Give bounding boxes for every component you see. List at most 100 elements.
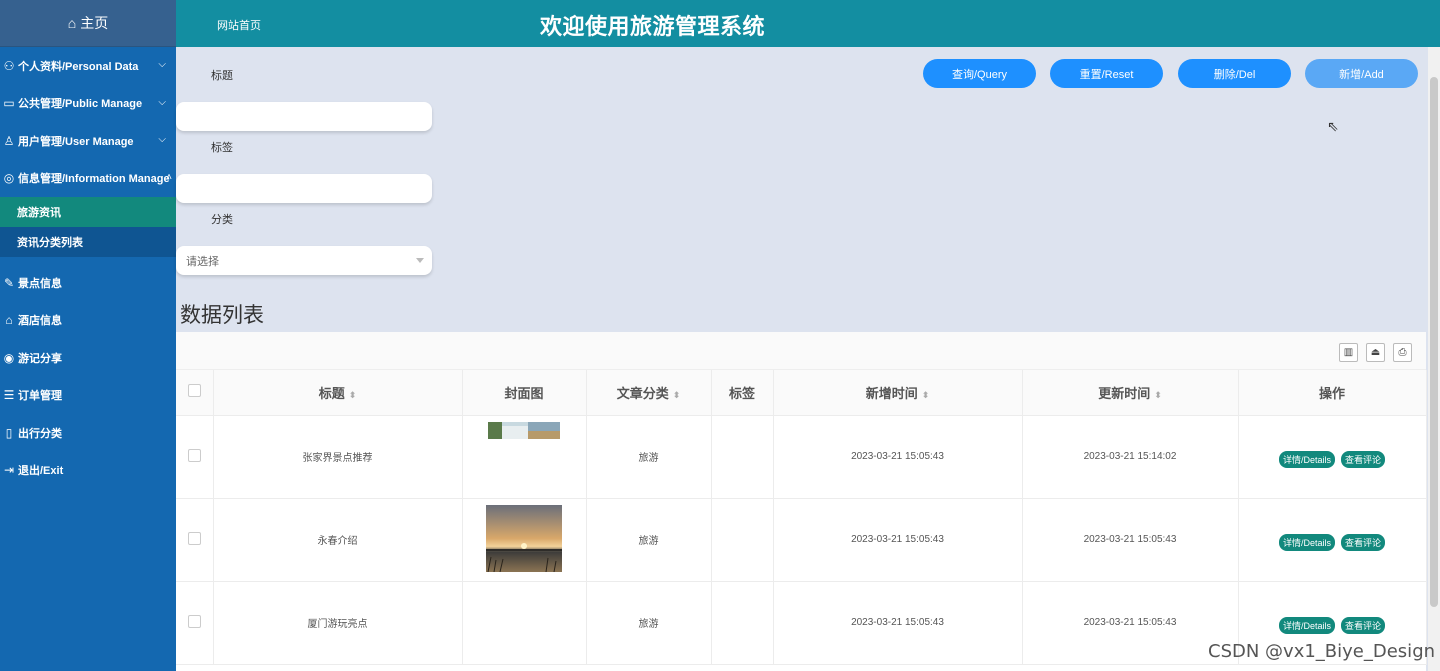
category-select[interactable]: 请选择 xyxy=(176,246,432,275)
category-cell: 旅游 xyxy=(586,415,712,499)
updated-time-cell: 2023-03-21 15:14:02 xyxy=(1022,415,1239,499)
sidebar-item-label: 公共管理/Public Manage xyxy=(18,98,143,111)
sidebar-item-information-manage[interactable]: ◎ 信息管理/Information Manage ˄ xyxy=(0,160,176,198)
website-home-link[interactable]: 网站首页 xyxy=(217,17,261,33)
updated-time-cell: 2023-03-21 15:05:43 xyxy=(1022,581,1239,665)
column-header-updated[interactable]: 更新时间 ⬍ xyxy=(1022,370,1239,416)
reset-button[interactable]: 重置/Reset xyxy=(1050,59,1163,88)
home-icon: ⌂ xyxy=(67,15,77,31)
table-header-row: 标题 ⬍ 封面图 文章分类 ⬍ 标签 新增时间 ⬍ 更新时间 ⬍ 操作 xyxy=(176,370,1427,416)
chevron-down-icon: ⌵ xyxy=(158,134,166,145)
sidebar-item-label: 订单管理 xyxy=(18,390,62,403)
caret-down-icon xyxy=(416,258,424,263)
export-icon[interactable]: ⏏ xyxy=(1366,343,1385,362)
view-comments-button[interactable]: 查看评论 xyxy=(1341,617,1386,634)
tag-search-input[interactable] xyxy=(176,174,432,203)
sidebar-item-label: 退出/Exit xyxy=(18,465,64,478)
title-search-input[interactable] xyxy=(176,102,432,131)
cover-image xyxy=(488,421,560,439)
row-checkbox[interactable] xyxy=(187,448,201,462)
sidebar-subitem-travel-news[interactable]: 旅游资讯 xyxy=(0,197,176,227)
row-checkbox[interactable] xyxy=(187,614,201,628)
column-header-label: 更新时间 xyxy=(1098,385,1151,401)
columns-icon[interactable]: ▥ xyxy=(1339,343,1358,362)
order-icon: ☰ xyxy=(3,388,15,403)
sort-icon[interactable]: ⬍ xyxy=(1154,390,1162,400)
view-comments-button[interactable]: 查看评论 xyxy=(1341,451,1386,468)
data-table-panel: ▥ ⏏ ⎙ 标题 ⬍ 封面图 文章分类 ⬍ 标签 新增时间 ⬍ 更新时间 ⬍ 操作 张家… xyxy=(176,332,1427,671)
cover-image xyxy=(486,504,562,572)
exit-icon: ⇥ xyxy=(3,463,15,478)
sidebar: ⌂ 主页 ⚇ 个人资料/Personal Data ⌵ ▭ 公共管理/Publi… xyxy=(0,0,176,671)
row-select-cell xyxy=(176,415,214,499)
monitor-icon: ▭ xyxy=(3,96,15,111)
sidebar-item-scenic[interactable]: ✎ 景点信息 xyxy=(0,264,176,302)
scenic-icon: ✎ xyxy=(3,275,15,290)
category-cell: 旅游 xyxy=(586,498,712,582)
watermark-text: CSDN @vx1_Biye_Design xyxy=(1208,641,1436,662)
page-scrollbar[interactable] xyxy=(1428,47,1440,671)
sidebar-item-label: 个人资料/Personal Data xyxy=(18,60,139,73)
column-header-title[interactable]: 标题 ⬍ xyxy=(213,370,463,416)
details-button[interactable]: 详情/Details xyxy=(1278,451,1335,468)
sidebar-item-label: 游记分享 xyxy=(18,352,62,365)
column-header-tag: 标签 xyxy=(711,370,774,416)
column-header-label: 文章分类 xyxy=(616,385,669,401)
updated-time-cell: 2023-03-21 15:05:43 xyxy=(1022,498,1239,582)
sort-icon[interactable]: ⬍ xyxy=(922,390,930,400)
column-header-actions: 操作 xyxy=(1238,370,1427,416)
category-select-placeholder: 请选择 xyxy=(186,255,219,268)
delete-button[interactable]: 删除/Del xyxy=(1178,59,1291,88)
sort-icon[interactable]: ⬍ xyxy=(673,390,681,400)
sidebar-item-orders[interactable]: ☰ 订单管理 xyxy=(0,377,176,415)
sidebar-item-label: 酒店信息 xyxy=(18,315,62,328)
user-icon: ♙ xyxy=(3,133,15,148)
top-header: 网站首页 欢迎使用旅游管理系统 xyxy=(176,0,1440,47)
print-icon[interactable]: ⎙ xyxy=(1393,343,1412,362)
mouse-cursor-icon: ⇖ xyxy=(1327,118,1339,134)
info-icon: ◎ xyxy=(3,171,15,186)
column-header-created[interactable]: 新增时间 ⬍ xyxy=(773,370,1023,416)
title-label: 标题 xyxy=(211,70,233,82)
details-button[interactable]: 详情/Details xyxy=(1278,534,1335,551)
view-comments-button[interactable]: 查看评论 xyxy=(1341,534,1386,551)
table-row: 张家界景点推荐 旅游 2023-03-21 15:05:43 2023-03-2… xyxy=(176,415,1427,499)
query-button[interactable]: 查询/Query xyxy=(923,59,1036,88)
title-cell: 永春介绍 xyxy=(213,498,463,582)
add-button[interactable]: 新增/Add xyxy=(1305,59,1418,88)
tag-label: 标签 xyxy=(211,142,233,154)
share-icon: ◉ xyxy=(3,350,15,365)
title-cell: 厦门游玩亮点 xyxy=(213,581,463,665)
scrollbar-thumb[interactable] xyxy=(1430,77,1438,607)
details-button[interactable]: 详情/Details xyxy=(1278,617,1335,634)
actions-cell: 详情/Details 查看评论 xyxy=(1238,415,1427,499)
column-header-cover: 封面图 xyxy=(462,370,587,416)
sidebar-item-label: 信息管理/Information Manage xyxy=(18,173,170,186)
sidebar-item-personal-data[interactable]: ⚇ 个人资料/Personal Data ⌵ xyxy=(0,47,176,85)
actions-cell: 详情/Details 查看评论 xyxy=(1238,498,1427,582)
created-time-cell: 2023-03-21 15:05:43 xyxy=(773,581,1023,665)
sidebar-home-label: 主页 xyxy=(80,15,109,31)
sidebar-item-public-manage[interactable]: ▭ 公共管理/Public Manage ⌵ xyxy=(0,85,176,123)
page-title: 欢迎使用旅游管理系统 xyxy=(540,14,766,39)
select-all-checkbox[interactable] xyxy=(187,384,201,398)
column-header-label: 标题 xyxy=(318,385,345,401)
column-header-label: 操作 xyxy=(1318,385,1345,401)
sidebar-item-user-manage[interactable]: ♙ 用户管理/User Manage ⌵ xyxy=(0,122,176,160)
sidebar-item-trip-category[interactable]: ▯ 出行分类 xyxy=(0,414,176,452)
column-header-category[interactable]: 文章分类 ⬍ xyxy=(586,370,712,416)
category-label: 分类 xyxy=(211,214,233,226)
row-checkbox[interactable] xyxy=(187,531,201,545)
sidebar-item-exit[interactable]: ⇥ 退出/Exit xyxy=(0,452,176,490)
sidebar-item-hotel[interactable]: ⌂ 酒店信息 xyxy=(0,302,176,340)
user-profile-icon: ⚇ xyxy=(3,58,15,73)
sidebar-item-travel-notes[interactable]: ◉ 游记分享 xyxy=(0,339,176,377)
select-all-cell xyxy=(176,370,214,416)
tag-cell xyxy=(711,415,774,499)
sidebar-item-label: 景点信息 xyxy=(18,277,62,290)
table-row: 永春介绍 旅游 2023-03-21 15:05:43 2023-03-21 1… xyxy=(176,498,1427,582)
sidebar-home[interactable]: ⌂ 主页 xyxy=(0,0,176,47)
sidebar-subitem-news-category[interactable]: 资讯分类列表 xyxy=(0,227,176,257)
cover-cell xyxy=(462,581,587,665)
sort-icon[interactable]: ⬍ xyxy=(349,390,357,400)
